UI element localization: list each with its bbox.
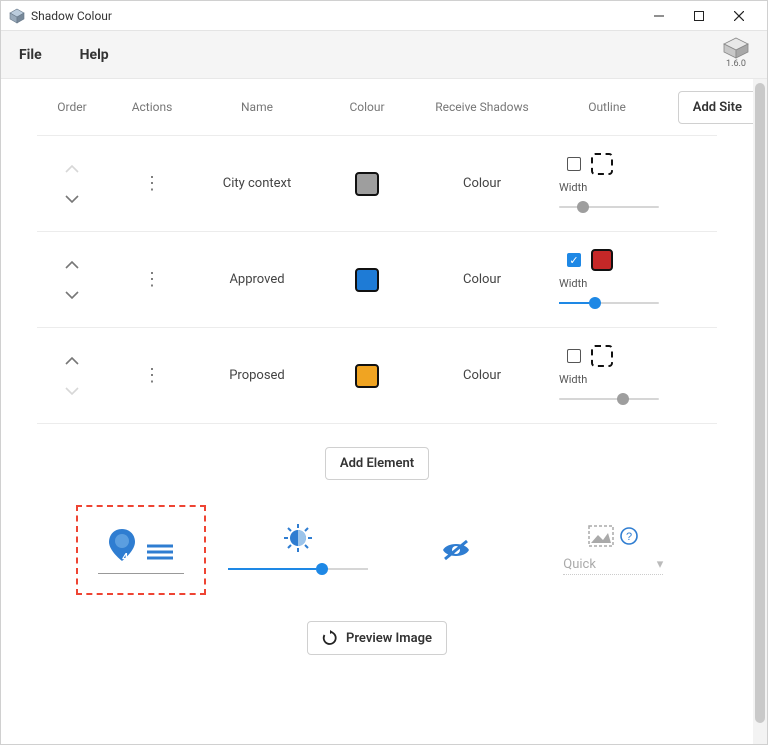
move-up-icon	[65, 165, 79, 173]
underline	[98, 573, 184, 574]
more-actions-icon[interactable]: ⋮	[107, 276, 197, 283]
window-title: Shadow Colour	[31, 9, 112, 23]
table-row: ⋮City context Colour Width	[37, 136, 717, 232]
more-actions-icon[interactable]: ⋮	[107, 372, 197, 379]
menu-file[interactable]: File	[19, 47, 42, 63]
preview-label: Preview Image	[346, 631, 432, 646]
width-slider[interactable]	[559, 296, 659, 310]
quick-dropdown[interactable]: Quick ▾	[563, 557, 663, 575]
move-up-icon[interactable]	[65, 357, 79, 365]
width-label: Width	[559, 277, 587, 290]
scroll-thumb[interactable]	[755, 83, 765, 723]
row-name: Proposed	[197, 368, 317, 383]
add-site-button[interactable]: Add Site	[678, 91, 753, 124]
outline-swatch[interactable]	[591, 249, 613, 271]
table-row: ⋮Proposed Colour Width	[37, 328, 717, 424]
row-name: City context	[197, 176, 317, 191]
app-window: Shadow Colour File Help 1.6.0 Order Acti…	[0, 0, 768, 745]
bottom-panel: 4	[37, 505, 717, 615]
app-icon	[9, 8, 25, 24]
col-name: Name	[197, 100, 317, 114]
titlebar: Shadow Colour	[1, 1, 767, 31]
table-header: Order Actions Name Colour Receive Shadow…	[37, 79, 717, 135]
brightness-icon[interactable]	[284, 524, 312, 552]
eye-off-icon[interactable]	[441, 539, 471, 561]
table-row: ⋮Approved Colour ✓ Width	[37, 232, 717, 328]
width-label: Width	[559, 373, 587, 386]
menubar: File Help 1.6.0	[1, 31, 767, 79]
refresh-icon	[322, 630, 338, 646]
content-area: Order Actions Name Colour Receive Shadow…	[1, 79, 767, 744]
col-receive: Receive Shadows	[417, 100, 547, 114]
vertical-scrollbar[interactable]	[753, 79, 767, 744]
version-badge: 1.6.0	[723, 37, 749, 69]
col-actions: Actions	[107, 100, 197, 114]
move-down-icon[interactable]	[65, 291, 79, 299]
site-table: ⋮City contextColourWidth⋮ApprovedColour✓…	[37, 135, 717, 424]
more-actions-icon[interactable]: ⋮	[107, 180, 197, 187]
menu-help[interactable]: Help	[80, 47, 109, 63]
outline-checkbox[interactable]	[567, 349, 581, 363]
receive-shadows-value[interactable]: Colour	[417, 368, 547, 383]
brightness-slider[interactable]	[228, 562, 368, 576]
outline-checkbox[interactable]	[567, 157, 581, 171]
move-down-icon[interactable]	[65, 195, 79, 203]
receive-shadows-value[interactable]: Colour	[417, 176, 547, 191]
help-icon[interactable]: ?	[620, 527, 638, 545]
minimize-button[interactable]	[639, 1, 679, 31]
col-order: Order	[37, 100, 107, 114]
lines-icon[interactable]	[145, 543, 175, 563]
col-outline: Outline	[547, 100, 667, 114]
width-slider[interactable]	[559, 392, 659, 406]
col-colour: Colour	[317, 100, 417, 114]
close-button[interactable]	[719, 1, 759, 31]
colour-swatch[interactable]	[355, 172, 379, 196]
outline-swatch[interactable]	[591, 153, 613, 175]
add-element-button[interactable]: Add Element	[325, 447, 429, 480]
outline-swatch[interactable]	[591, 345, 613, 367]
scroll-area: Order Actions Name Colour Receive Shadow…	[1, 79, 753, 744]
row-name: Approved	[197, 272, 317, 287]
outline-checkbox[interactable]: ✓	[567, 253, 581, 267]
cube-icon	[723, 37, 749, 59]
colour-swatch[interactable]	[355, 364, 379, 388]
svg-text:?: ?	[626, 531, 632, 543]
colour-swatch[interactable]	[355, 268, 379, 292]
maximize-button[interactable]	[679, 1, 719, 31]
highlight-frame: 4	[76, 505, 206, 595]
move-down-icon	[65, 387, 79, 395]
quick-label: Quick	[563, 557, 596, 572]
width-slider[interactable]	[559, 200, 659, 214]
move-up-icon[interactable]	[65, 261, 79, 269]
receive-shadows-value[interactable]: Colour	[417, 272, 547, 287]
preview-image-button[interactable]: Preview Image	[307, 621, 447, 655]
image-dashed-icon[interactable]	[588, 525, 614, 547]
chevron-down-icon: ▾	[657, 557, 664, 572]
pin-number: 4	[122, 551, 128, 564]
width-label: Width	[559, 181, 587, 194]
version-text: 1.6.0	[723, 59, 749, 69]
